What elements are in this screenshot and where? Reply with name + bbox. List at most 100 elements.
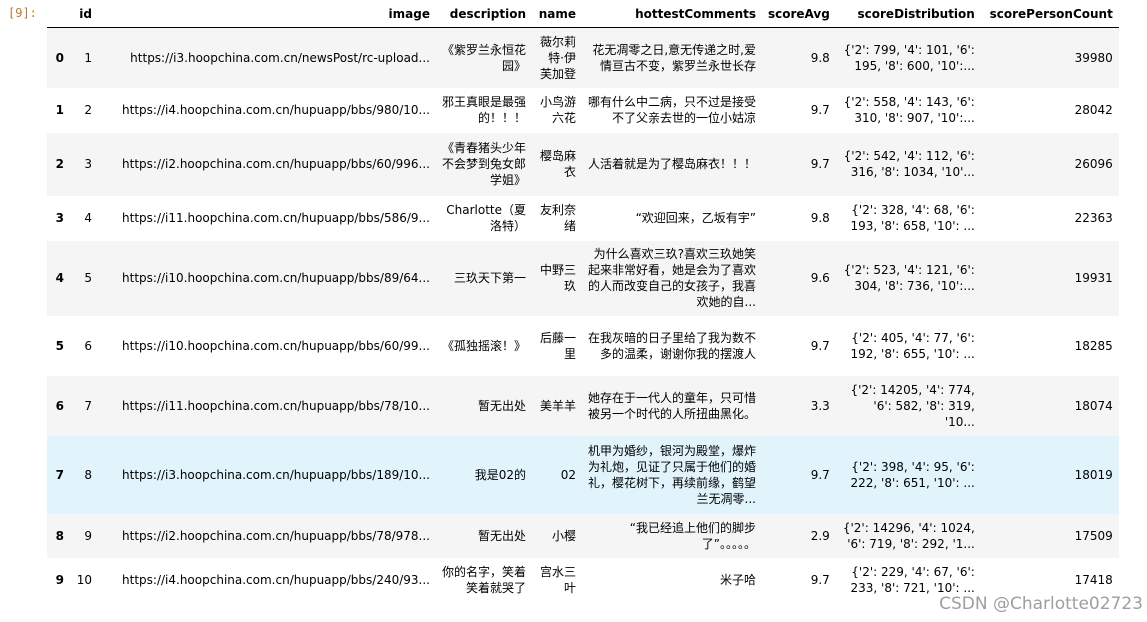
table-row: 4 5 https://i10.hoopchina.com.cn/hupuapp/b… — [47, 240, 1119, 316]
cell-score-avg: 9.7 — [810, 103, 830, 117]
cell-image: https://i3.hoopchina.com.cn/hupuapp/bbs/… — [122, 467, 430, 482]
row-index: 1 — [55, 103, 64, 117]
cell-description: 《青春猪头少年不会梦到兔女郎学姐》 — [442, 141, 526, 187]
row-index: 4 — [55, 271, 64, 285]
header-name: name — [532, 0, 582, 28]
header-score-person-count: scorePersonCount — [980, 0, 1119, 28]
cell-score-person-count: 18285 — [1074, 338, 1113, 353]
cell-name: 小鸟游六花 — [539, 95, 576, 125]
cell-name: 樱岛麻衣 — [539, 149, 576, 179]
header-index — [47, 0, 70, 28]
table-header-row: id image description name hottestComment… — [47, 0, 1119, 28]
table-row: 2 3 https://i2.hoopchina.com.cn/hupuapp/bb… — [47, 132, 1119, 196]
cell-execution-prompt: [9]: — [8, 6, 37, 20]
cell-score-person-count: 28042 — [1074, 103, 1113, 117]
cell-score-avg: 9.8 — [810, 211, 830, 225]
cell-id: 9 — [84, 528, 92, 543]
cell-hottest-comments: 人活着就是为了樱岛麻衣！！！ — [588, 157, 756, 171]
row-index: 0 — [55, 50, 64, 65]
cell-score-distribution: {'2': 14296, '4': 1024, '6': 719, '8': 2… — [842, 520, 975, 551]
cell-image: https://i3.hoopchina.com.cn/newsPost/rc-… — [130, 50, 430, 65]
cell-score-avg: 9.7 — [810, 572, 830, 587]
cell-description: 你的名字，笑着笑着就哭了 — [442, 564, 526, 595]
cell-score-person-count: 17509 — [1074, 528, 1113, 543]
cell-hottest-comments: 哪有什么中二病，只不过是接受不了父亲去世的一位小姑凉 — [588, 95, 756, 125]
cell-score-avg: 9.7 — [810, 157, 830, 171]
table-row: 3 4 https://i11.hoopchina.com.cn/hupuapp/b… — [47, 196, 1119, 241]
cell-image: https://i11.hoopchina.com.cn/hupuapp/bbs… — [122, 398, 430, 413]
cell-score-distribution: {'2': 14205, '4': 774, '6': 582, '8': 31… — [850, 382, 975, 429]
cell-score-person-count: 26096 — [1074, 157, 1113, 171]
header-image: image — [98, 0, 436, 28]
cell-description: 暂无出处 — [477, 398, 526, 413]
cell-description: 我是02的 — [474, 467, 526, 482]
cell-score-person-count: 18019 — [1074, 467, 1113, 482]
row-index: 6 — [55, 398, 64, 413]
cell-image: https://i4.hoopchina.com.cn/hupuapp/bbs/… — [122, 572, 430, 587]
cell-score-avg: 9.6 — [810, 271, 830, 285]
header-id: id — [70, 0, 98, 28]
cell-hottest-comments: 她存在于一代人的童年，只可惜被另一个时代的人所扭曲黑化。 — [588, 390, 756, 421]
cell-score-avg: 9.8 — [810, 50, 830, 65]
cell-description: 邪王真眼是最强的！！！ — [442, 95, 526, 125]
cell-name: 友利奈绪 — [539, 203, 576, 233]
cell-image: https://i10.hoopchina.com.cn/hupuapp/bbs… — [122, 338, 430, 353]
cell-image: https://i10.hoopchina.com.cn/hupuapp/bbs… — [122, 271, 430, 285]
row-index: 2 — [55, 157, 64, 171]
cell-image: https://i4.hoopchina.com.cn/hupuapp/bbs/… — [122, 103, 430, 117]
row-index: 9 — [55, 572, 64, 587]
cell-score-avg: 3.3 — [810, 398, 830, 413]
cell-id: 7 — [84, 398, 92, 413]
cell-name: 美羊羊 — [539, 398, 576, 413]
cell-score-distribution: {'2': 799, '4': 101, '6': 195, '8': 600,… — [843, 42, 975, 73]
cell-id: 4 — [84, 211, 92, 225]
cell-hottest-comments: “欢迎回来，乙坂有宇” — [635, 211, 756, 225]
cell-hottest-comments: 为什么喜欢三玖?喜欢三玖她笑起来非常好看，她是会为了喜欢的人而改变自己的女孩子，… — [588, 247, 756, 309]
cell-hottest-comments: 在我灰暗的日子里给了我为数不多的温柔，谢谢你我的摆渡人 — [588, 330, 756, 361]
cell-score-person-count: 18074 — [1074, 398, 1113, 413]
cell-score-distribution: {'2': 542, '4': 112, '6': 316, '8': 1034… — [843, 149, 975, 179]
cell-id: 5 — [84, 271, 92, 285]
cell-image: https://i2.hoopchina.com.cn/hupuapp/bbs/… — [122, 528, 430, 543]
cell-description: 三玖天下第一 — [453, 271, 526, 285]
cell-id: 2 — [84, 103, 92, 117]
header-score-distribution: scoreDistribution — [835, 0, 981, 28]
cell-name: 宫水三叶 — [539, 564, 576, 595]
row-index: 7 — [55, 467, 64, 482]
cell-score-avg: 9.7 — [810, 467, 830, 482]
cell-name: 中野三玖 — [539, 263, 576, 293]
row-index: 8 — [55, 528, 64, 543]
cell-hottest-comments: “我已经追上他们的脚步了”。。。。。 — [629, 520, 756, 551]
cell-score-distribution: {'2': 405, '4': 77, '6': 192, '8': 655, … — [850, 330, 975, 361]
row-index: 3 — [55, 211, 64, 225]
table-row: 0 1 https://i3.hoopchina.com.cn/newsPost/r… — [47, 27, 1119, 88]
cell-hottest-comments: 米子哈 — [719, 572, 756, 587]
cell-score-avg: 9.7 — [810, 338, 830, 353]
cell-id: 6 — [84, 338, 92, 353]
cell-score-avg: 2.9 — [810, 528, 830, 543]
cell-score-distribution: {'2': 558, '4': 143, '6': 310, '8': 907,… — [843, 95, 975, 125]
cell-name: 02 — [560, 467, 576, 482]
cell-score-distribution: {'2': 398, '4': 95, '6': 222, '8': 651, … — [850, 459, 975, 490]
cell-image: https://i2.hoopchina.com.cn/hupuapp/bbs/… — [122, 157, 430, 171]
cell-id: 3 — [84, 157, 92, 171]
csdn-watermark: CSDN @Charlotte02723 — [939, 594, 1143, 614]
header-description: description — [436, 0, 532, 28]
cell-description: Charlotte（夏洛特） — [446, 203, 526, 233]
cell-hottest-comments: 机甲为婚纱，银河为殿堂，爆炸为礼炮，见证了只属于他们的婚礼，樱花树下，再续前缘，… — [588, 443, 756, 506]
header-hottest-comments: hottestComments — [582, 0, 762, 28]
header-score-avg: scoreAvg — [762, 0, 836, 28]
table-row: 8 9 https://i2.hoopchina.com.cn/hupuapp/bb… — [47, 513, 1119, 558]
cell-description: 《孤独摇滚！》 — [442, 338, 526, 353]
cell-description: 暂无出处 — [477, 528, 526, 543]
cell-id: 1 — [84, 50, 92, 65]
cell-score-person-count: 22363 — [1074, 211, 1113, 225]
cell-description: 《紫罗兰永恒花园》 — [442, 42, 526, 73]
cell-name: 后藤一里 — [539, 330, 576, 361]
dataframe-table: id image description name hottestComment… — [47, 0, 1119, 602]
cell-name: 薇尔莉特·伊芙加登 — [539, 34, 576, 81]
cell-score-distribution: {'2': 328, '4': 68, '6': 193, '8': 658, … — [850, 203, 975, 233]
cell-id: 8 — [84, 467, 92, 482]
cell-score-distribution: {'2': 523, '4': 121, '6': 304, '8': 736,… — [843, 263, 975, 293]
cell-score-person-count: 19931 — [1074, 271, 1113, 285]
